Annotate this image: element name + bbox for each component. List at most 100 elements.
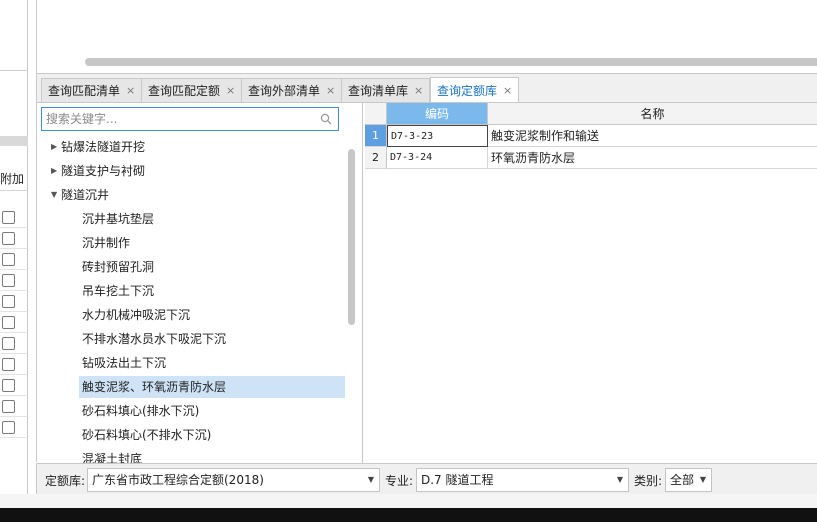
row-checkbox[interactable]: [2, 358, 15, 371]
close-icon[interactable]: ×: [226, 84, 235, 97]
row-checkbox[interactable]: [2, 337, 15, 350]
left-partial-panel: 附加: [0, 0, 28, 508]
tree-item-label: 混凝土封底: [82, 452, 143, 463]
chevron-down-icon: ▼: [367, 475, 374, 484]
tree-item-label: 砂石料填心(排水下沉): [82, 404, 200, 418]
tree-item-label: 沉井制作: [82, 236, 131, 250]
row-number[interactable]: 1: [365, 125, 387, 147]
taskbar-edge: [0, 508, 817, 522]
cell-name[interactable]: 环氧沥青防水层: [488, 147, 817, 169]
quota-tree-panel: ▶ 钻爆法隧道开挖 ▶ 隧道支护与衬砌 ▼ 隧道沉井沉井基坑垫层沉井制作砖封预留孔洞吊车挖…: [37, 103, 363, 463]
row-separator: [0, 374, 28, 375]
row-checkbox[interactable]: [2, 274, 15, 287]
caret-down-icon[interactable]: ▼: [51, 184, 57, 206]
filter-bar: 定额库: 广东省市政工程综合定额(2018) ▼ 专业: D.7 隧道工程 ▼ …: [36, 463, 817, 494]
row-checkbox[interactable]: [2, 421, 15, 434]
caret-right-icon[interactable]: ▶: [51, 160, 57, 182]
close-icon[interactable]: ×: [503, 84, 512, 97]
left-header-separator: [0, 190, 28, 191]
tree-leaf[interactable]: 砂石料填心(排水下沉): [37, 400, 342, 422]
tree-node[interactable]: ▼ 隧道沉井: [37, 184, 342, 206]
tree-item-label: 水力机械冲吸泥下沉: [82, 308, 191, 322]
tree-leaf[interactable]: 混凝土封底: [37, 448, 342, 463]
tree-leaf[interactable]: 吊车挖土下沉: [37, 280, 342, 302]
tree-leaf[interactable]: 沉井制作: [37, 232, 342, 254]
tree-leaf[interactable]: 砖封预留孔洞: [37, 256, 342, 278]
close-icon[interactable]: ×: [414, 84, 423, 97]
top-panel: [36, 0, 817, 74]
tree-leaf[interactable]: 触变泥浆、环氧沥青防水层: [37, 376, 342, 398]
tab-label: 查询外部清单: [248, 84, 321, 98]
tree-node[interactable]: ▶ 钻爆法隧道开挖: [37, 136, 342, 158]
row-separator: [0, 416, 28, 417]
tab-query-quota-library[interactable]: 查询定额库 ×: [430, 77, 520, 103]
major-select[interactable]: D.7 隧道工程 ▼: [416, 468, 629, 492]
row-separator: [0, 290, 28, 291]
tree-item-label: 触变泥浆、环氧沥青防水层: [82, 380, 227, 394]
chevron-down-icon: ▼: [616, 475, 623, 484]
tree-item-label: 不排水潜水员水下吸泥下沉: [82, 332, 227, 346]
tab-label: 查询匹配清单: [48, 84, 121, 98]
library-select[interactable]: 广东省市政工程综合定额(2018) ▼: [87, 468, 380, 492]
tree-leaf[interactable]: 沉井基坑垫层: [37, 208, 342, 230]
column-header-code[interactable]: 编码: [387, 103, 488, 125]
tree-leaf[interactable]: 水力机械冲吸泥下沉: [37, 304, 342, 326]
status-strip: [0, 494, 817, 508]
left-header-band: [0, 136, 28, 146]
row-checkbox[interactable]: [2, 400, 15, 413]
quota-grid: 编码 名称 1 D7-3-23 触变泥浆制作和输送 2 D7-3-24 环氧沥青…: [365, 103, 817, 463]
tab-query-match-list[interactable]: 查询匹配清单 ×: [41, 78, 143, 102]
row-separator: [0, 332, 28, 333]
row-checkbox[interactable]: [2, 379, 15, 392]
main-content: ▶ 钻爆法隧道开挖 ▶ 隧道支护与衬砌 ▼ 隧道沉井沉井基坑垫层沉井制作砖封预留孔洞吊车挖…: [36, 102, 817, 463]
chevron-down-icon: ▼: [699, 475, 706, 484]
tab-query-match-quota[interactable]: 查询匹配定额 ×: [141, 78, 243, 102]
horizontal-scrollbar[interactable]: [85, 58, 817, 66]
category-select-value: 全部: [670, 473, 695, 487]
column-header-name[interactable]: 名称: [488, 103, 817, 125]
search-icon[interactable]: [320, 113, 332, 125]
cell-name[interactable]: 触变泥浆制作和输送: [488, 125, 817, 147]
row-checkbox[interactable]: [2, 232, 15, 245]
row-separator: [0, 311, 28, 312]
close-icon[interactable]: ×: [326, 84, 335, 97]
tree-item-label: 钻爆法隧道开挖: [61, 140, 146, 154]
tree-item-label: 砂石料填心(不排水下沉): [82, 428, 212, 442]
search-box[interactable]: [41, 107, 339, 131]
row-number[interactable]: 2: [365, 147, 387, 169]
row-separator: [0, 395, 28, 396]
left-column-header: 附加: [0, 172, 25, 186]
row-checkbox[interactable]: [2, 295, 15, 308]
category-select[interactable]: 全部 ▼: [665, 468, 712, 492]
left-divider: [0, 70, 28, 71]
cell-code[interactable]: D7-3-24: [387, 147, 488, 169]
tab-label: 查询清单库: [348, 84, 409, 98]
row-separator: [0, 248, 28, 249]
row-checkbox[interactable]: [2, 316, 15, 329]
tab-query-external-list[interactable]: 查询外部清单 ×: [241, 78, 343, 102]
vertical-scrollbar[interactable]: [348, 149, 355, 325]
library-select-value: 广东省市政工程综合定额(2018): [92, 473, 264, 487]
tab-query-list-library[interactable]: 查询清单库 ×: [341, 78, 431, 102]
tree-item-label: 砖封预留孔洞: [82, 260, 155, 274]
row-checkbox[interactable]: [2, 211, 15, 224]
row-checkbox[interactable]: [2, 253, 15, 266]
tab-strip: 查询匹配清单 × 查询匹配定额 × 查询外部清单 × 查询清单库 × 查询定额库…: [36, 74, 817, 103]
cell-code[interactable]: D7-3-23: [387, 125, 488, 147]
close-icon[interactable]: ×: [126, 84, 135, 97]
tree-node[interactable]: ▶ 隧道支护与衬砌: [37, 160, 342, 182]
row-separator: [0, 227, 28, 228]
row-number-header: [365, 103, 387, 125]
row-separator: [0, 269, 28, 270]
tree-item-label: 隧道支护与衬砌: [61, 164, 146, 178]
tab-label: 查询定额库: [437, 84, 498, 98]
search-input[interactable]: [42, 108, 312, 130]
caret-right-icon[interactable]: ▶: [51, 136, 57, 158]
row-separator: [0, 353, 28, 354]
tree-leaf[interactable]: 钻吸法出土下沉: [37, 352, 342, 374]
major-select-value: D.7 隧道工程: [421, 473, 494, 487]
library-label: 定额库:: [45, 474, 86, 488]
tree-item-label: 吊车挖土下沉: [82, 284, 155, 298]
tree-leaf[interactable]: 砂石料填心(不排水下沉): [37, 424, 342, 446]
tree-leaf[interactable]: 不排水潜水员水下吸泥下沉: [37, 328, 342, 350]
